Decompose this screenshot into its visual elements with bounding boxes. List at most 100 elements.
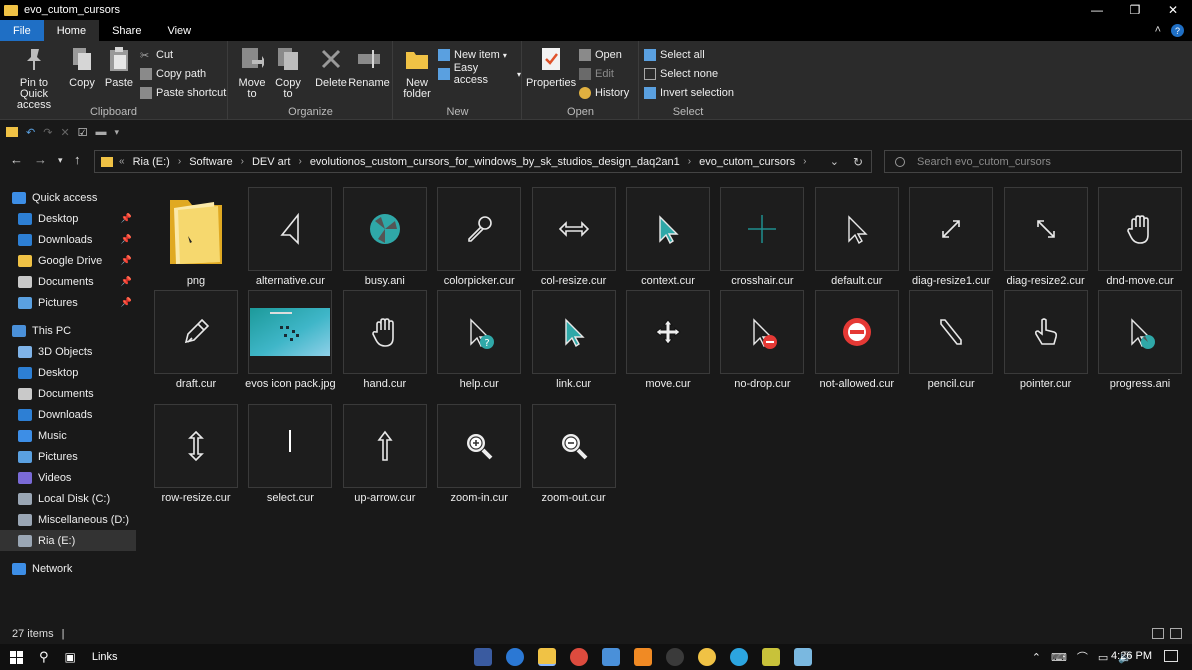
sidebar-item-music[interactable]: Music (0, 425, 136, 446)
breadcrumb-overflow[interactable]: « (119, 156, 125, 167)
tab-home[interactable]: Home (43, 20, 100, 41)
file-item-colorpicker-cur[interactable]: colorpicker.cur (435, 183, 523, 288)
tab-share[interactable]: Share (99, 20, 154, 41)
sidebar-item-downloads[interactable]: Downloads 📌 (0, 229, 136, 250)
chevron-down-icon[interactable]: ⌄ (830, 155, 839, 168)
new-folder-button[interactable]: New folder (400, 44, 434, 100)
sidebar-item-videos[interactable]: Videos (0, 467, 136, 488)
sidebar-item-downloads-pc[interactable]: Downloads (0, 404, 136, 425)
winrar-icon[interactable] (762, 648, 780, 666)
notes-icon[interactable] (794, 648, 812, 666)
sidebar-item-documents[interactable]: Documents 📌 (0, 271, 136, 292)
redo-icon[interactable]: ↷ (43, 126, 52, 139)
wifi-icon[interactable]: ⌒ (1077, 649, 1088, 665)
back-icon[interactable]: ← (10, 152, 23, 167)
open-button[interactable]: Open (579, 46, 622, 64)
properties-icon[interactable]: ☑ (78, 126, 88, 139)
folder-icon[interactable] (6, 127, 18, 137)
file-item-diag-resize2-cur[interactable]: diag-resize2.cur (1002, 183, 1090, 288)
file-item-diag-resize1-cur[interactable]: diag-resize1.cur (907, 183, 995, 288)
search-icon[interactable]: ⚲ (39, 649, 49, 665)
select-all-button[interactable]: Select all (644, 46, 705, 64)
file-item-hand-cur[interactable]: hand.cur (341, 286, 429, 391)
file-item-zoom-out-cur[interactable]: zoom-out.cur (530, 400, 618, 505)
breadcrumb-evo-cutom-cursors[interactable]: evo_cutom_cursors (699, 156, 795, 168)
battery-icon[interactable]: ▭ (1098, 651, 1108, 664)
select-none-button[interactable]: Select none (644, 65, 718, 83)
links-toolbar[interactable]: Links (92, 651, 118, 663)
copy-path-button[interactable]: Copy path (140, 65, 206, 83)
file-item-evos-icon-pack-jpg[interactable]: evos icon pack.jpg (245, 286, 336, 391)
chevron-up-icon[interactable]: ⌃ (1032, 651, 1041, 664)
breadcrumb-ria[interactable]: Ria (E:) (133, 156, 170, 168)
tab-file[interactable]: File (0, 20, 44, 41)
breadcrumb-software[interactable]: Software (189, 156, 232, 168)
pin-icon[interactable]: 📌 (121, 297, 132, 308)
file-item-crosshair-cur[interactable]: crosshair.cur (718, 183, 806, 288)
file-item-no-drop-cur[interactable]: no-drop.cur (718, 286, 806, 391)
sidebar-item-documents-pc[interactable]: Documents (0, 383, 136, 404)
file-item-link-cur[interactable]: link.cur (530, 286, 618, 391)
file-item-zoom-in-cur[interactable]: zoom-in.cur (435, 400, 523, 505)
file-item-not-allowed-cur[interactable]: not-allowed.cur (813, 286, 901, 391)
edit-button[interactable]: Edit (579, 65, 614, 83)
search-input[interactable] (917, 155, 1167, 168)
delete-icon[interactable]: ✕ (60, 126, 69, 139)
file-item-dnd-move-cur[interactable]: dnd-move.cur (1096, 183, 1184, 288)
sidebar-item-ria-e[interactable]: Ria (E:) (0, 530, 136, 551)
rename-icon[interactable]: ▬ (96, 126, 107, 138)
properties-button[interactable]: Properties (526, 44, 576, 89)
norton-icon[interactable] (698, 648, 716, 666)
file-item-move-cur[interactable]: move.cur (624, 286, 712, 391)
file-item-progress-ani[interactable]: progress.ani (1096, 286, 1184, 391)
recent-locations-icon[interactable]: ▾ (58, 155, 63, 166)
file-item-up-arrow-cur[interactable]: up-arrow.cur (341, 400, 429, 505)
file-item-pointer-cur[interactable]: pointer.cur (1002, 286, 1090, 391)
sidebar-item-pictures-pc[interactable]: Pictures (0, 446, 136, 467)
sidebar-item-network[interactable]: Network (0, 558, 136, 579)
file-explorer-icon[interactable] (538, 648, 556, 666)
notification-icon[interactable] (1164, 650, 1178, 662)
details-view-icon[interactable] (1152, 628, 1164, 639)
remote-desktop-icon[interactable] (602, 648, 620, 666)
history-button[interactable]: History (579, 84, 629, 102)
paste-button[interactable]: Paste (102, 44, 136, 89)
sidebar-item-this-pc[interactable]: This PC (0, 320, 136, 341)
invert-selection-button[interactable]: Invert selection (644, 84, 734, 102)
forward-icon[interactable]: → (34, 152, 47, 167)
pin-icon[interactable]: 📌 (121, 276, 132, 287)
undo-icon[interactable]: ↶ (26, 126, 35, 139)
pin-icon[interactable]: 📌 (121, 234, 132, 245)
chrome-icon[interactable] (570, 648, 588, 666)
file-item-pencil-cur[interactable]: pencil.cur (907, 286, 995, 391)
sidebar-item-quick-access[interactable]: Quick access (0, 187, 136, 208)
breadcrumb-dev-art[interactable]: DEV art (252, 156, 291, 168)
restore-button[interactable]: ❐ (1116, 0, 1154, 20)
chevron-down-icon[interactable]: ▾ (115, 127, 120, 138)
sidebar-item-desktop[interactable]: Desktop 📌 (0, 208, 136, 229)
telegram-icon[interactable] (730, 648, 748, 666)
vlc-icon[interactable] (634, 648, 652, 666)
sidebar-item-pictures[interactable]: Pictures 📌 (0, 292, 136, 313)
minimize-button[interactable]: — (1078, 0, 1116, 20)
sidebar-item-google-drive[interactable]: Google Drive 📌 (0, 250, 136, 271)
move-to-button[interactable]: Move to (235, 44, 269, 100)
file-item-select-cur[interactable]: select.cur (246, 400, 334, 505)
paste-shortcut-button[interactable]: Paste shortcut (140, 84, 226, 102)
pin-quick-access-button[interactable]: Pin to Quick access (6, 44, 62, 111)
file-item-draft-cur[interactable]: draft.cur (152, 286, 240, 391)
close-button[interactable]: ✕ (1154, 0, 1192, 20)
sidebar-item-local-disk-c[interactable]: Local Disk (C:) (0, 488, 136, 509)
breadcrumb-evolutionos[interactable]: evolutionos_custom_cursors_for_windows_b… (310, 156, 680, 168)
cut-button[interactable]: ✂ Cut (140, 46, 173, 64)
address-bar[interactable]: « Ria (E:) › Software › DEV art › evolut… (94, 150, 872, 173)
file-item-png[interactable]: png (152, 183, 240, 288)
search-box[interactable] (884, 150, 1182, 173)
sidebar-item-desktop-pc[interactable]: Desktop (0, 362, 136, 383)
file-item-help-cur[interactable]: ? help.cur (435, 286, 523, 391)
edge-icon[interactable] (506, 648, 524, 666)
messenger-icon[interactable] (474, 648, 492, 666)
rename-button[interactable]: Rename (348, 44, 390, 89)
refresh-icon[interactable]: ↻ (853, 155, 863, 169)
file-item-row-resize-cur[interactable]: row-resize.cur (152, 400, 240, 505)
